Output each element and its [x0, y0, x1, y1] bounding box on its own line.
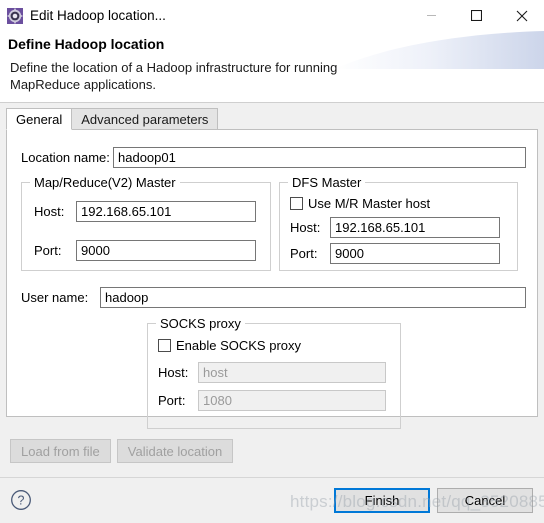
checkbox-box-icon	[158, 339, 171, 352]
dialog-footer: ? Finish Cancel	[0, 477, 544, 523]
socks-host-label: Host:	[158, 365, 189, 380]
mr-port-label: Port:	[34, 243, 62, 258]
socks-proxy-group: SOCKS proxy Enable SOCKS proxy Host: hos…	[147, 316, 401, 429]
enable-socks-proxy-checkbox[interactable]: Enable SOCKS proxy	[158, 338, 301, 353]
header-banner-graphic	[334, 31, 544, 69]
location-name-row: Location name: hadoop01	[21, 147, 526, 168]
mr-port-input[interactable]: 9000	[76, 240, 256, 261]
user-name-row: User name: hadoop	[21, 287, 526, 308]
user-name-input[interactable]: hadoop	[100, 287, 526, 308]
socks-port-row: Port: 1080	[158, 390, 386, 411]
use-mr-master-host-checkbox[interactable]: Use M/R Master host	[290, 196, 430, 211]
dfs-master-title: DFS Master	[288, 175, 366, 190]
load-from-file-button[interactable]: Load from file	[10, 439, 111, 463]
tab-advanced-parameters-label: Advanced parameters	[81, 111, 209, 127]
dfs-port-label: Port:	[290, 246, 318, 261]
enable-socks-proxy-label: Enable SOCKS proxy	[176, 338, 302, 353]
tab-general[interactable]: General	[6, 108, 73, 130]
maximize-icon	[471, 10, 482, 21]
tab-advanced-parameters[interactable]: Advanced parameters	[71, 108, 219, 130]
hadoop-gear-icon	[7, 7, 23, 24]
page-title: Define Hadoop location	[8, 36, 165, 52]
dfs-host-input[interactable]: 192.168.65.101	[330, 217, 500, 238]
user-name-label: User name:	[21, 290, 89, 305]
dfs-master-group: DFS Master Use M/R Master host Host: 192…	[279, 175, 518, 271]
question-mark-icon[interactable]: ?	[10, 489, 32, 511]
svg-text:?: ?	[18, 494, 25, 508]
footer-button-bar: Finish Cancel	[334, 488, 533, 513]
mapreduce-master-group: Map/Reduce(V2) Master Host: 192.168.65.1…	[21, 175, 271, 271]
location-name-input[interactable]: hadoop01	[113, 147, 526, 168]
socks-proxy-title: SOCKS proxy	[156, 316, 245, 331]
socks-port-label: Port:	[158, 393, 186, 408]
socks-port-input[interactable]: 1080	[198, 390, 386, 411]
dialog-body: General Advanced parameters Location nam…	[0, 103, 544, 477]
dfs-port-row: Port: 9000	[290, 243, 500, 264]
mapreduce-master-title: Map/Reduce(V2) Master	[30, 175, 180, 190]
mr-host-label: Host:	[34, 204, 65, 219]
tab-strip: General Advanced parameters	[6, 108, 219, 130]
cancel-button[interactable]: Cancel	[437, 488, 533, 513]
maximize-button[interactable]	[454, 0, 499, 31]
tab-general-label: General	[16, 111, 63, 127]
window-title: Edit Hadoop location...	[30, 8, 166, 23]
dfs-port-input[interactable]: 9000	[330, 243, 500, 264]
close-icon	[516, 10, 527, 21]
load-from-file-label: Load from file	[21, 443, 100, 459]
validate-location-label: Validate location	[127, 443, 223, 459]
finish-label: Finish	[364, 493, 400, 508]
secondary-button-bar: Load from file Validate location	[10, 439, 234, 463]
location-name-label: Location name:	[21, 150, 110, 165]
mr-host-row: Host: 192.168.65.101	[34, 201, 256, 222]
mr-port-row: Port: 9000	[34, 240, 256, 261]
minimize-icon	[427, 15, 436, 16]
mr-host-input[interactable]: 192.168.65.101	[76, 201, 256, 222]
validate-location-button[interactable]: Validate location	[116, 439, 234, 463]
socks-host-row: Host: host	[158, 362, 386, 383]
tab-panel-general: Location name: hadoop01 Map/Reduce(V2) M…	[6, 129, 538, 429]
cancel-label: Cancel	[464, 493, 506, 508]
page-description: Define the location of a Hadoop infrastr…	[10, 60, 338, 92]
dialog-header: Define Hadoop location Define the locati…	[0, 31, 544, 103]
minimize-button[interactable]	[409, 0, 454, 31]
title-bar: Edit Hadoop location...	[0, 0, 544, 31]
socks-host-input[interactable]: host	[198, 362, 386, 383]
dfs-host-row: Host: 192.168.65.101	[290, 217, 500, 238]
window-controls	[409, 0, 544, 31]
use-mr-master-host-label: Use M/R Master host	[308, 196, 431, 211]
checkbox-box-icon	[290, 197, 303, 210]
finish-button[interactable]: Finish	[334, 488, 430, 513]
dfs-host-label: Host:	[290, 220, 321, 235]
close-button[interactable]	[499, 0, 544, 31]
